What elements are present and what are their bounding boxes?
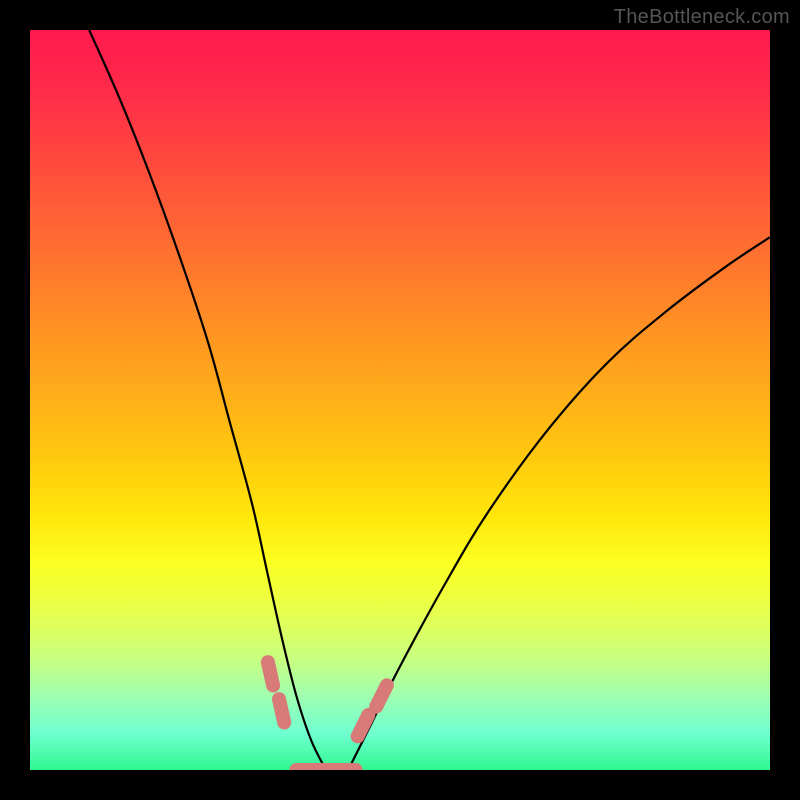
curve-marker [358, 715, 369, 736]
chart-frame: TheBottleneck.com [0, 0, 800, 800]
right-branch-curve [348, 237, 770, 770]
curve-marker [376, 685, 387, 706]
left-branch-curve [89, 30, 326, 770]
marker-group [268, 662, 387, 736]
watermark-text: TheBottleneck.com [614, 6, 790, 29]
curve-layer [30, 30, 770, 770]
curve-marker [279, 699, 284, 722]
plot-area [30, 30, 770, 770]
curve-marker [268, 662, 273, 685]
